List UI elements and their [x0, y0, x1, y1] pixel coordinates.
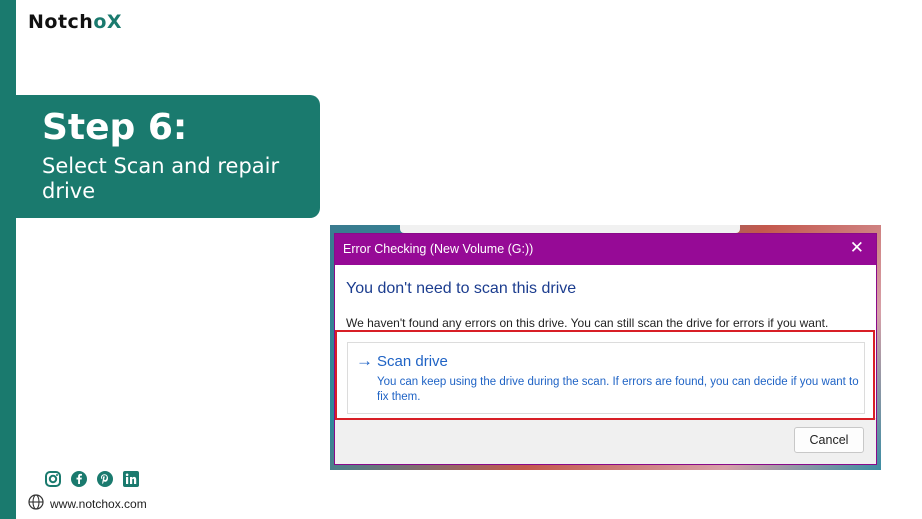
close-icon[interactable]: ✕: [850, 238, 864, 258]
left-accent-stripe: [0, 0, 16, 519]
scan-drive-title: Scan drive: [377, 353, 448, 370]
step-card: Step 6: Select Scan and repair drive: [16, 95, 320, 218]
facebook-icon[interactable]: [70, 470, 88, 488]
linkedin-icon[interactable]: [122, 470, 140, 488]
website-link[interactable]: www.notchox.com: [50, 497, 147, 511]
step-subtitle: Select Scan and repair drive: [42, 154, 280, 203]
dialog-footer: Cancel: [335, 418, 876, 464]
dialog-titlebar: Error Checking (New Volume (G:)) ✕: [335, 234, 876, 265]
scan-drive-description: You can keep using the drive during the …: [377, 376, 859, 403]
instagram-icon[interactable]: [44, 470, 62, 488]
dialog-heading: You don't need to scan this drive: [346, 280, 577, 297]
step-title: Step 6:: [42, 107, 188, 148]
globe-icon: [28, 494, 44, 513]
cancel-button[interactable]: Cancel: [794, 427, 864, 453]
dialog-title: Error Checking (New Volume (G:)): [343, 242, 534, 256]
social-links: [44, 470, 140, 488]
arrow-right-icon: →: [356, 351, 373, 370]
background-window: [400, 225, 740, 233]
dialog-message: We haven't found any errors on this driv…: [346, 316, 829, 330]
screenshot-panel: Error Checking (New Volume (G:)) ✕ You d…: [330, 225, 881, 470]
website-line: www.notchox.com: [28, 494, 147, 513]
notchox-logo: NotchoX: [28, 11, 123, 33]
scan-drive-option[interactable]: → Scan drive You can keep using the driv…: [347, 342, 865, 414]
pinterest-icon[interactable]: [96, 470, 114, 488]
error-checking-dialog: Error Checking (New Volume (G:)) ✕ You d…: [334, 233, 877, 465]
